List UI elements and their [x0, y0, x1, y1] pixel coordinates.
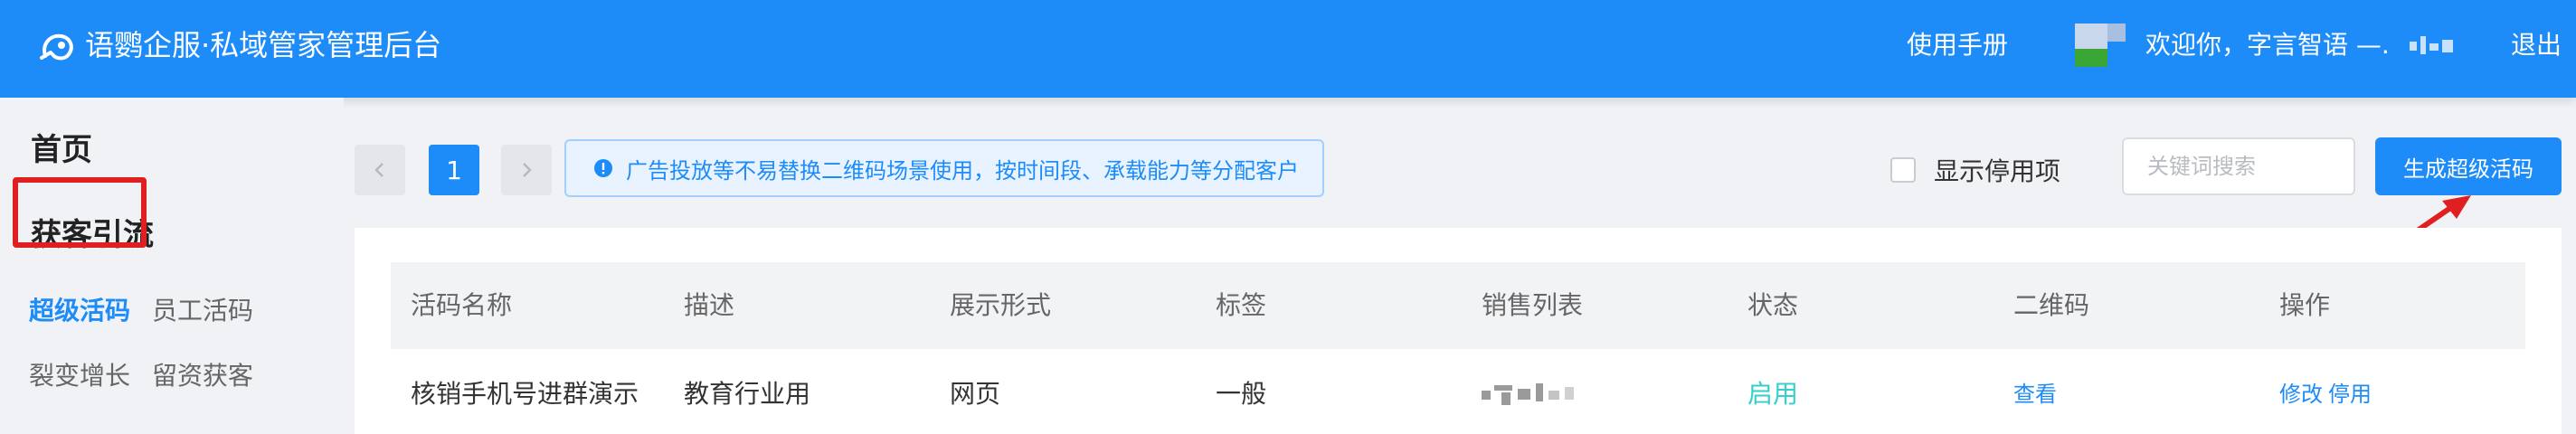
status-badge: 启用	[1747, 379, 1799, 409]
column-header-name: 活码名称	[411, 290, 513, 320]
show-disabled-checkbox[interactable]	[1890, 157, 1916, 183]
show-disabled-label: 显示停用项	[1934, 156, 2061, 186]
column-header-qrcode: 二维码	[2013, 290, 2090, 320]
view-qrcode-link[interactable]: 查看	[2013, 376, 2057, 412]
welcome-text: 欢迎你，字言智语 —.	[2145, 30, 2390, 60]
keyword-search-input[interactable]	[2122, 137, 2355, 195]
info-notice: 广告投放等不易替换二维码场景使用，按时间段、承载能力等分配客户	[564, 139, 1324, 197]
user-manual-link[interactable]: 使用手册	[1907, 24, 2008, 67]
cell-display: 网页	[950, 379, 1001, 409]
logout-link[interactable]: 退出	[2511, 24, 2562, 67]
sidebar-item-employee-qrcode[interactable]: 员工活码	[152, 293, 253, 329]
edit-link[interactable]: 修改	[2279, 376, 2323, 412]
cell-description: 教育行业用	[684, 379, 811, 409]
redacted-sales-list	[1482, 383, 1581, 407]
column-header-display: 展示形式	[950, 290, 1052, 320]
avatar[interactable]	[2075, 24, 2126, 67]
cell-tag: 一般	[1216, 379, 1267, 409]
parrot-logo-icon[interactable]	[36, 25, 80, 69]
column-header-tag: 标签	[1216, 290, 1267, 320]
sidebar: 首页 获客引流 超级活码 员工活码 裂变增长 留资获客	[0, 98, 344, 434]
app-title: 语鹦企服·私域管家管理后台	[85, 28, 442, 62]
chevron-left-icon	[374, 163, 384, 177]
sidebar-item-lead-capture[interactable]: 留资获客	[152, 358, 253, 394]
column-header-sales: 销售列表	[1482, 290, 1584, 320]
redacted-username	[2410, 36, 2457, 58]
sidebar-item-home[interactable]: 首页	[31, 128, 92, 172]
notice-text: 广告投放等不易替换二维码场景使用，按时间段、承载能力等分配客户	[626, 157, 1299, 184]
sidebar-item-super-qrcode[interactable]: 超级活码	[29, 293, 130, 329]
show-disabled-toggle[interactable]: 显示停用项	[1890, 152, 2060, 188]
create-super-qrcode-button[interactable]: 生成超级活码	[2375, 137, 2562, 195]
chevron-right-icon	[523, 163, 532, 177]
sidebar-item-fission-growth[interactable]: 裂变增长	[29, 358, 130, 394]
column-header-description: 描述	[684, 290, 735, 320]
next-page-button[interactable]	[501, 145, 552, 195]
page-number-button[interactable]: 1	[429, 145, 479, 195]
info-circle-icon	[594, 159, 612, 177]
top-header: 语鹦企服·私域管家管理后台 使用手册 欢迎你，字言智语 —. 退出	[0, 0, 2576, 98]
cell-name: 核销手机号进群演示	[411, 379, 639, 409]
column-header-actions: 操作	[2279, 290, 2331, 320]
disable-link[interactable]: 停用	[2328, 376, 2372, 412]
column-header-status: 状态	[1747, 290, 1799, 320]
prev-page-button[interactable]	[355, 145, 405, 195]
annotation-highlight-box	[13, 177, 147, 248]
